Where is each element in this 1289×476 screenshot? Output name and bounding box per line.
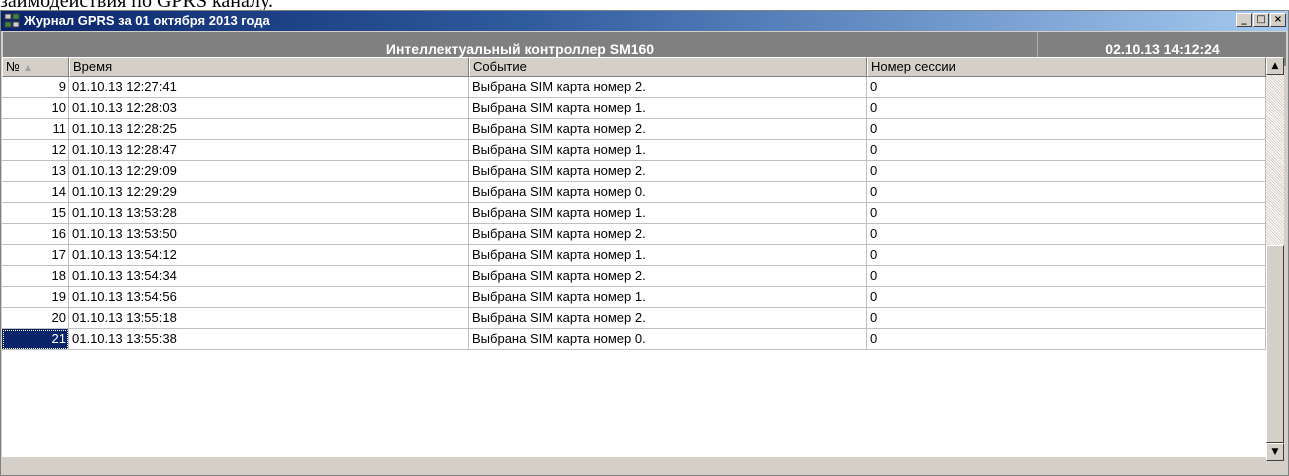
column-label: № bbox=[6, 59, 20, 74]
cell-number[interactable]: 18 bbox=[2, 266, 69, 287]
close-button[interactable]: × bbox=[1270, 13, 1286, 27]
cell-number[interactable]: 15 bbox=[2, 203, 69, 224]
cell-time[interactable]: 01.10.13 12:28:03 bbox=[69, 98, 469, 119]
cell-session[interactable]: 0 bbox=[867, 161, 1266, 182]
cell-number[interactable]: 12 bbox=[2, 140, 69, 161]
cell-event[interactable]: Выбрана SIM карта номер 0. bbox=[469, 329, 867, 350]
cell-number[interactable]: 9 bbox=[2, 77, 69, 98]
cell-event[interactable]: Выбрана SIM карта номер 1. bbox=[469, 203, 867, 224]
vertical-scrollbar[interactable]: ▲ ▼ bbox=[1266, 57, 1284, 461]
cell-time[interactable]: 01.10.13 13:54:12 bbox=[69, 245, 469, 266]
maximize-button[interactable]: □ bbox=[1253, 13, 1269, 27]
minimize-button[interactable]: _ bbox=[1236, 13, 1252, 27]
log-table: № ▲ Время Событие Номер сессии 9 01.10.13 … bbox=[2, 57, 1266, 457]
cell-event[interactable]: Выбрана SIM карта номер 2. bbox=[469, 119, 867, 140]
cell-time[interactable]: 01.10.13 12:28:47 bbox=[69, 140, 469, 161]
cell-number[interactable]: 10 bbox=[2, 98, 69, 119]
column-header-session[interactable]: Номер сессии bbox=[867, 57, 1266, 77]
table-row[interactable]: 18 01.10.13 13:54:34 Выбрана SIM карта ном… bbox=[2, 266, 1266, 287]
cell-session[interactable]: 0 bbox=[867, 203, 1266, 224]
table-row[interactable]: 9 01.10.13 12:27:41 Выбрана SIM карта номе… bbox=[2, 77, 1266, 98]
title-bar[interactable]: Журнал GPRS за 01 октября 2013 года _ □ … bbox=[1, 11, 1288, 31]
scroll-up-button[interactable]: ▲ bbox=[1266, 57, 1284, 75]
table-row[interactable]: 16 01.10.13 13:53:50 Выбрана SIM карта ном… bbox=[2, 224, 1266, 245]
cell-session[interactable]: 0 bbox=[867, 308, 1266, 329]
cell-event[interactable]: Выбрана SIM карта номер 1. bbox=[469, 98, 867, 119]
table-row[interactable]: 21 01.10.13 13:55:38 Выбрана SIM карта ном… bbox=[2, 329, 1266, 350]
cell-event[interactable]: Выбрана SIM карта номер 1. bbox=[469, 140, 867, 161]
cell-session[interactable]: 0 bbox=[867, 98, 1266, 119]
table-row[interactable]: 13 01.10.13 12:29:09 Выбрана SIM карта ном… bbox=[2, 161, 1266, 182]
table-row[interactable]: 20 01.10.13 13:55:18 Выбрана SIM карта ном… bbox=[2, 308, 1266, 329]
cell-session[interactable]: 0 bbox=[867, 287, 1266, 308]
sort-ascending-icon: ▲ bbox=[22, 63, 33, 74]
column-header-event[interactable]: Событие bbox=[469, 57, 867, 77]
scroll-down-button[interactable]: ▼ bbox=[1266, 443, 1284, 461]
cell-time[interactable]: 01.10.13 13:53:50 bbox=[69, 224, 469, 245]
cell-event[interactable]: Выбрана SIM карта номер 2. bbox=[469, 224, 867, 245]
table-row[interactable]: 14 01.10.13 12:29:29 Выбрана SIM карта ном… bbox=[2, 182, 1266, 203]
cell-time[interactable]: 01.10.13 12:29:29 bbox=[69, 182, 469, 203]
cell-session[interactable]: 0 bbox=[867, 140, 1266, 161]
cell-time[interactable]: 01.10.13 13:54:34 bbox=[69, 266, 469, 287]
cell-event[interactable]: Выбрана SIM карта номер 2. bbox=[469, 161, 867, 182]
column-header-number[interactable]: № ▲ bbox=[2, 57, 69, 77]
cell-session[interactable]: 0 bbox=[867, 119, 1266, 140]
cell-number[interactable]: 17 bbox=[2, 245, 69, 266]
cell-number[interactable]: 14 bbox=[2, 182, 69, 203]
table-row[interactable]: 12 01.10.13 12:28:47 Выбрана SIM карта ном… bbox=[2, 140, 1266, 161]
cell-time[interactable]: 01.10.13 13:55:38 bbox=[69, 329, 469, 350]
cell-session[interactable]: 0 bbox=[867, 329, 1266, 350]
table-row[interactable]: 15 01.10.13 13:53:28 Выбрана SIM карта ном… bbox=[2, 203, 1266, 224]
table-row[interactable]: 17 01.10.13 13:54:12 Выбрана SIM карта ном… bbox=[2, 245, 1266, 266]
cell-event[interactable]: Выбрана SIM карта номер 1. bbox=[469, 245, 867, 266]
cell-session[interactable]: 0 bbox=[867, 245, 1266, 266]
cell-event[interactable]: Выбрана SIM карта номер 1. bbox=[469, 287, 867, 308]
table-row[interactable]: 11 01.10.13 12:28:25 Выбрана SIM карта ном… bbox=[2, 119, 1266, 140]
network-app-icon bbox=[4, 13, 20, 28]
cell-time[interactable]: 01.10.13 12:27:41 bbox=[69, 77, 469, 98]
cell-number[interactable]: 19 bbox=[2, 287, 69, 308]
cell-time[interactable]: 01.10.13 13:55:18 bbox=[69, 308, 469, 329]
cell-session[interactable]: 0 bbox=[867, 266, 1266, 287]
cell-time[interactable]: 01.10.13 13:54:56 bbox=[69, 287, 469, 308]
cell-time[interactable]: 01.10.13 12:28:25 bbox=[69, 119, 469, 140]
cell-session[interactable]: 0 bbox=[867, 224, 1266, 245]
cell-time[interactable]: 01.10.13 12:29:09 bbox=[69, 161, 469, 182]
cell-event[interactable]: Выбрана SIM карта номер 2. bbox=[469, 308, 867, 329]
cell-number[interactable]: 20 bbox=[2, 308, 69, 329]
column-header-time[interactable]: Время bbox=[69, 57, 469, 77]
cell-event[interactable]: Выбрана SIM карта номер 0. bbox=[469, 182, 867, 203]
cell-session[interactable]: 0 bbox=[867, 182, 1266, 203]
cell-event[interactable]: Выбрана SIM карта номер 2. bbox=[469, 77, 867, 98]
cell-number[interactable]: 21 bbox=[2, 329, 69, 350]
scroll-thumb[interactable] bbox=[1266, 245, 1284, 443]
cell-number[interactable]: 11 bbox=[2, 119, 69, 140]
cell-number[interactable]: 13 bbox=[2, 161, 69, 182]
cell-time[interactable]: 01.10.13 13:53:28 bbox=[69, 203, 469, 224]
table-header: № ▲ Время Событие Номер сессии bbox=[2, 57, 1266, 77]
cell-number[interactable]: 16 bbox=[2, 224, 69, 245]
scroll-track[interactable] bbox=[1266, 75, 1284, 245]
table-row[interactable]: 10 01.10.13 12:28:03 Выбрана SIM карта ном… bbox=[2, 98, 1266, 119]
cell-event[interactable]: Выбрана SIM карта номер 2. bbox=[469, 266, 867, 287]
cell-session[interactable]: 0 bbox=[867, 77, 1266, 98]
table-row[interactable]: 19 01.10.13 13:54:56 Выбрана SIM карта ном… bbox=[2, 287, 1266, 308]
window-title: Журнал GPRS за 01 октября 2013 года bbox=[24, 13, 270, 28]
